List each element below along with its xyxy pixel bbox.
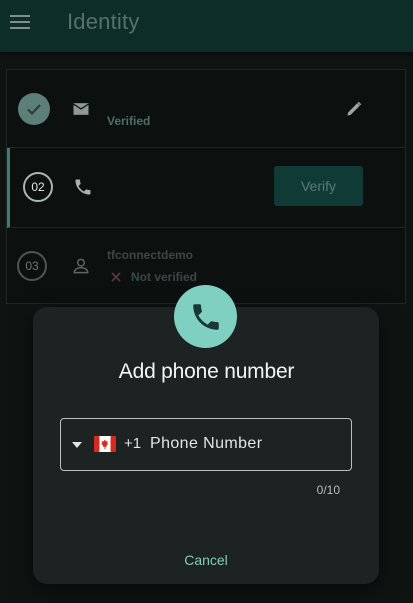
phone-icon	[75, 179, 91, 195]
step-phone: 02 Verify	[7, 148, 405, 228]
step-number-badge: 02	[23, 172, 53, 202]
page-title: Identity	[67, 9, 140, 34]
dial-code[interactable]: +1	[124, 435, 141, 452]
close-x-icon	[111, 272, 121, 282]
phone-number-field[interactable]: +1	[60, 418, 352, 471]
identity-status: Not verified	[131, 270, 198, 284]
character-counter: 0/10	[316, 483, 340, 497]
email-status: Verified	[107, 114, 151, 128]
step-email: Verified	[7, 70, 405, 148]
step-number-badge: 03	[17, 251, 47, 281]
username-label: tfconnectdemo	[107, 248, 194, 262]
person-icon	[73, 258, 89, 274]
cancel-button[interactable]: Cancel	[170, 548, 242, 572]
verify-button[interactable]: Verify	[274, 166, 363, 206]
canada-flag-icon[interactable]	[94, 436, 116, 452]
hamburger-menu-icon[interactable]	[10, 13, 32, 31]
phone-icon-badge	[174, 285, 237, 348]
dialog-title: Add phone number	[118, 360, 295, 383]
email-icon	[73, 103, 89, 115]
app-bar: Identity	[0, 0, 413, 52]
phone-icon	[192, 303, 219, 330]
phone-number-input[interactable]	[150, 433, 340, 455]
triangle-down-icon[interactable]	[71, 439, 83, 451]
check-icon	[27, 104, 41, 116]
step-complete-badge	[18, 93, 50, 125]
identity-steps: Verified 02 Verify 03 tfconnectdemo Not …	[6, 69, 406, 304]
pencil-icon[interactable]	[344, 99, 364, 119]
